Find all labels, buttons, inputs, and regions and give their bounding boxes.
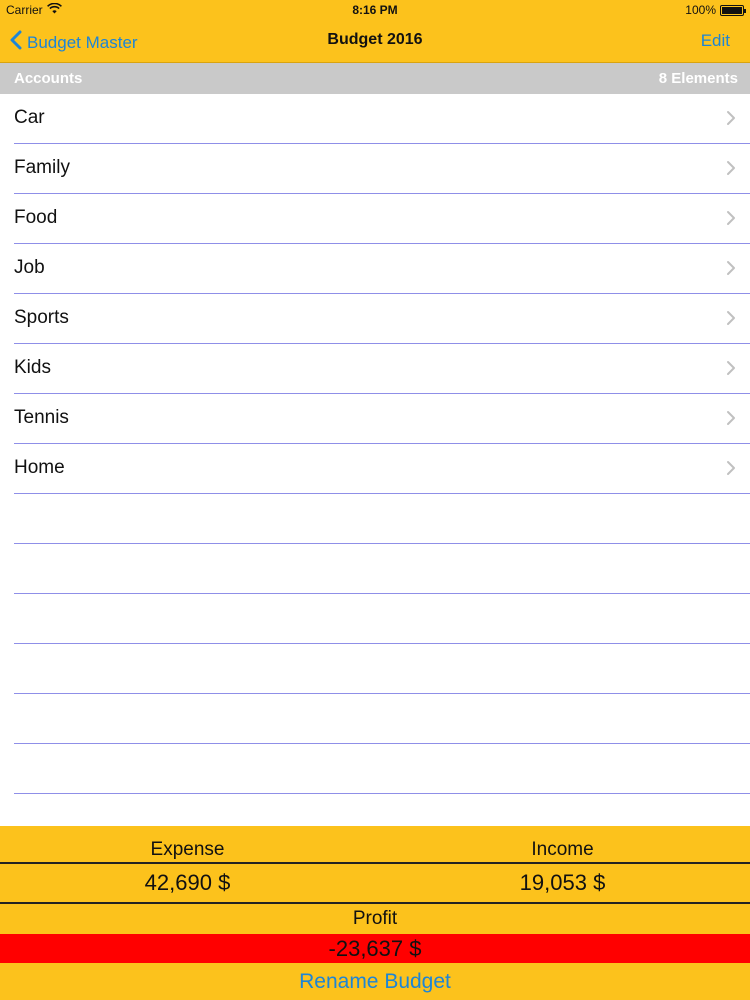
summary-headers: Expense Income <box>0 826 750 864</box>
status-right: 100% <box>685 3 746 17</box>
chevron-right-icon <box>726 360 736 376</box>
status-time: 8:16 PM <box>352 3 398 17</box>
empty-row <box>0 594 750 644</box>
income-value: 19,053 $ <box>519 870 606 895</box>
list-item-label: Food <box>14 207 58 228</box>
list-item-label: Sports <box>14 307 69 328</box>
empty-row <box>0 494 750 544</box>
list-item-tennis[interactable]: Tennis <box>0 394 750 444</box>
profit-label: Profit <box>352 908 398 929</box>
list-item-kids[interactable]: Kids <box>0 344 750 394</box>
empty-row <box>0 694 750 744</box>
rename-budget-button[interactable]: Rename Budget <box>0 970 750 996</box>
list-item-car[interactable]: Car <box>0 94 750 144</box>
list-item-label: Kids <box>14 357 51 378</box>
edit-button[interactable]: Edit <box>701 31 730 51</box>
chevron-right-icon <box>726 110 736 126</box>
section-header: Accounts 8 Elements <box>0 63 750 94</box>
list-item-sports[interactable]: Sports <box>0 294 750 344</box>
chevron-right-icon <box>726 310 736 326</box>
section-count: 8 Elements <box>658 70 738 87</box>
empty-row <box>0 644 750 694</box>
battery-percent: 100% <box>685 3 716 17</box>
list-item-job[interactable]: Job <box>0 244 750 294</box>
summary-panel: Expense Income 42,690 $ 19,053 $ Profit … <box>0 826 750 1000</box>
battery-icon <box>720 4 746 16</box>
list-item-label: Job <box>14 257 45 278</box>
back-button-label: Budget Master <box>27 32 138 52</box>
list-item-label: Tennis <box>14 407 69 428</box>
chevron-right-icon <box>726 160 736 176</box>
list-item-family[interactable]: Family <box>0 144 750 194</box>
empty-row <box>0 544 750 594</box>
list-item-label: Car <box>14 107 45 128</box>
section-title: Accounts <box>14 70 83 87</box>
accounts-list[interactable]: Car Family Food Job Sports Kids Tennis H… <box>0 94 750 826</box>
chevron-right-icon <box>726 210 736 226</box>
app: Carrier 8:16 PM 100% Budget Master Budge… <box>0 0 750 1000</box>
list-item-home[interactable]: Home <box>0 444 750 494</box>
status-bar: Carrier 8:16 PM 100% <box>0 0 750 20</box>
empty-row <box>0 744 750 794</box>
summary-values: 42,690 $ 19,053 $ <box>0 864 750 904</box>
list-item-food[interactable]: Food <box>0 194 750 244</box>
nav-bar: Budget Master Budget 2016 Edit <box>0 20 750 63</box>
list-item-label: Home <box>14 457 65 478</box>
back-button[interactable]: Budget Master <box>10 30 138 55</box>
income-label: Income <box>531 839 594 860</box>
expense-label: Expense <box>150 839 225 860</box>
chevron-left-icon <box>10 30 22 55</box>
profit-value: -23,637 $ <box>0 934 750 963</box>
chevron-right-icon <box>726 260 736 276</box>
expense-value: 42,690 $ <box>144 870 231 895</box>
list-item-label: Family <box>14 157 70 178</box>
chevron-right-icon <box>726 410 736 426</box>
top-bar: Carrier 8:16 PM 100% Budget Master Budge… <box>0 0 750 63</box>
chevron-right-icon <box>726 460 736 476</box>
